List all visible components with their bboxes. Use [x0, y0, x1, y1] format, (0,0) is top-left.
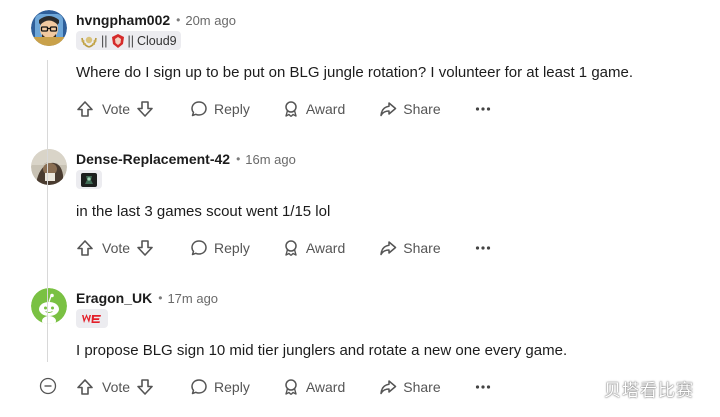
award-label: Award — [305, 240, 346, 256]
reply-button[interactable]: Reply — [190, 239, 250, 257]
comment-meta: hvngpham002 • 20m ago — [76, 10, 236, 30]
reply-button[interactable]: Reply — [190, 100, 250, 118]
reply-label: Reply — [214, 101, 250, 117]
ellipsis-icon — [475, 385, 490, 389]
award-label: Award — [305, 101, 346, 117]
reply-label: Reply — [214, 379, 250, 395]
avatar[interactable] — [31, 149, 67, 185]
thread-line[interactable] — [47, 60, 48, 362]
comment-actions: Vote Reply Award Share — [76, 375, 491, 399]
speech-bubble-icon — [191, 101, 207, 117]
ellipsis-icon — [475, 246, 490, 250]
flair-divider: || — [127, 33, 135, 48]
award-label: Award — [305, 379, 346, 395]
username[interactable]: Dense-Replacement-42 — [76, 151, 230, 167]
meta-separator: • — [176, 13, 181, 27]
share-button[interactable]: Share — [379, 100, 441, 118]
more-options-button[interactable] — [475, 106, 491, 112]
username[interactable]: Eragon_UK — [76, 290, 152, 306]
share-label: Share — [403, 240, 441, 256]
comment-meta: Eragon_UK • 17m ago — [76, 288, 218, 308]
collapse-minus-icon — [39, 377, 57, 395]
award-icon — [285, 240, 297, 256]
we-team-logo-icon — [82, 313, 101, 323]
comment-thread: hvngpham002 • 20m ago || || Cloud9 Where… — [0, 0, 720, 410]
share-arrow-icon — [380, 102, 397, 117]
award-icon — [285, 101, 297, 117]
arrow-up-icon — [77, 379, 93, 395]
downvote-button[interactable] — [136, 378, 154, 396]
comment: hvngpham002 • 20m ago || || Cloud9 Where… — [0, 0, 720, 139]
comment-meta: Dense-Replacement-42 • 16m ago — [76, 149, 296, 169]
collapse-thread-button[interactable] — [39, 377, 57, 395]
vote-label: Vote — [102, 379, 131, 395]
avatar[interactable] — [31, 10, 67, 46]
speech-bubble-icon — [191, 240, 207, 256]
arrow-up-icon — [77, 101, 93, 117]
user-flair — [76, 170, 102, 189]
share-button[interactable]: Share — [379, 378, 441, 396]
share-label: Share — [403, 101, 441, 117]
downvote-button[interactable] — [136, 100, 154, 118]
user-flair: || || Cloud9 — [76, 31, 181, 50]
upvote-button[interactable] — [76, 100, 94, 118]
arrow-down-icon — [137, 101, 153, 117]
more-options-button[interactable] — [475, 245, 491, 251]
meta-separator: • — [236, 152, 241, 166]
share-arrow-icon — [380, 380, 397, 395]
award-button[interactable]: Award — [282, 378, 345, 396]
timestamp[interactable]: 20m ago — [185, 13, 236, 28]
upvote-button[interactable] — [76, 378, 94, 396]
share-label: Share — [403, 379, 441, 395]
timestamp[interactable]: 17m ago — [167, 291, 218, 306]
arrow-down-icon — [137, 379, 153, 395]
dark-emblem-icon — [81, 172, 97, 187]
comment: Dense-Replacement-42 • 16m ago in the la… — [0, 139, 720, 278]
downvote-button[interactable] — [136, 239, 154, 257]
comment-body: Where do I sign up to be put on BLG jung… — [76, 64, 634, 81]
upvote-button[interactable] — [76, 239, 94, 257]
vote-label: Vote — [102, 101, 131, 117]
reply-label: Reply — [214, 240, 250, 256]
flair-divider: || — [101, 33, 108, 48]
user-flair — [76, 309, 108, 328]
flair-text: Cloud9 — [137, 33, 177, 48]
award-button[interactable]: Award — [282, 100, 345, 118]
arrow-down-icon — [137, 240, 153, 256]
award-button[interactable]: Award — [282, 239, 345, 257]
vote-label: Vote — [102, 240, 131, 256]
username[interactable]: hvngpham002 — [76, 12, 170, 28]
more-options-button[interactable] — [475, 384, 491, 390]
lol-team-logo-icon — [111, 33, 124, 48]
comment-actions: Vote Reply Award Share — [76, 97, 491, 121]
watermark: 贝塔看比赛 — [604, 381, 694, 400]
reply-button[interactable]: Reply — [190, 378, 250, 396]
ellipsis-icon — [475, 107, 490, 111]
reddit-snoo-green-avatar-icon — [31, 288, 67, 324]
timestamp[interactable]: 16m ago — [245, 152, 296, 167]
avatar[interactable] — [31, 288, 67, 324]
laurel-badge-icon — [81, 36, 97, 48]
award-icon — [285, 379, 297, 395]
comment-actions: Vote Reply Award Share — [76, 236, 491, 260]
photo-avatar-icon — [31, 149, 67, 185]
share-button[interactable]: Share — [379, 239, 441, 257]
speech-bubble-icon — [191, 379, 207, 395]
share-arrow-icon — [380, 241, 397, 256]
arrow-up-icon — [77, 240, 93, 256]
cartoon-man-avatar-icon — [31, 10, 67, 46]
comment-body: I propose BLG sign 10 mid tier junglers … — [76, 342, 568, 359]
comment-body: in the last 3 games scout went 1/15 lol — [76, 203, 331, 220]
meta-separator: • — [158, 291, 163, 305]
